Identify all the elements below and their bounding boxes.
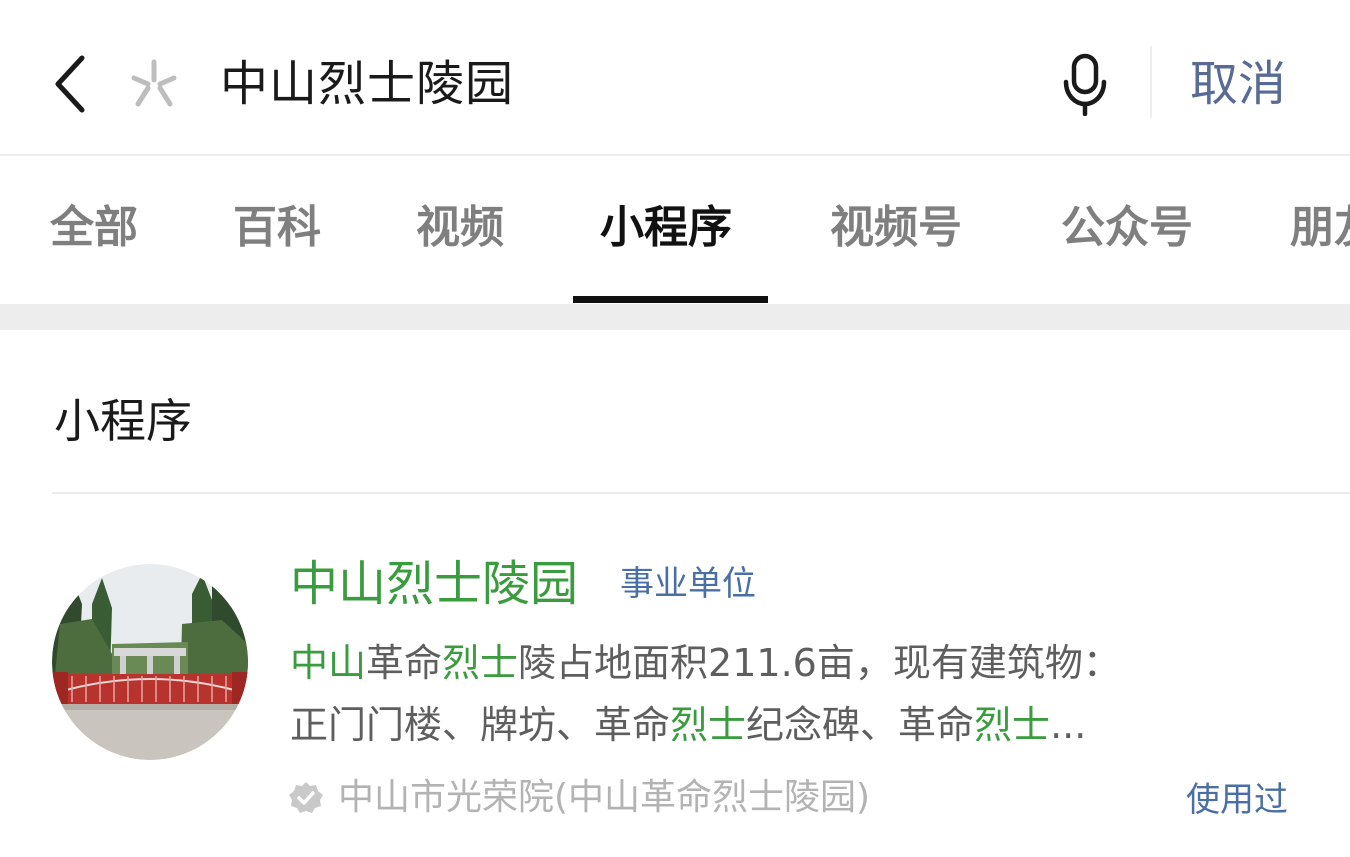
microphone-icon[interactable] xyxy=(1062,52,1108,116)
tab-all[interactable]: 全部 xyxy=(50,198,138,258)
cancel-button[interactable]: 取消 xyxy=(1190,52,1286,116)
desc-segment: ... xyxy=(1050,703,1087,747)
desc-segment: 正门门楼、牌坊、革命 xyxy=(290,703,671,747)
result-category-tag: 事业单位 xyxy=(620,564,756,604)
tab-channels[interactable]: 视频号 xyxy=(830,198,962,258)
desc-segment: 陵占地面积211.6亩，现有建筑物： xyxy=(518,641,1121,685)
tab-friends[interactable]: 朋友 xyxy=(1290,198,1350,258)
desc-segment: 革命 xyxy=(366,641,443,685)
desc-segment: 烈士 xyxy=(974,703,1051,747)
desc-segment: 纪念碑、革命 xyxy=(746,703,975,747)
desc-segment: 中山 xyxy=(290,641,367,685)
desc-segment: 烈士 xyxy=(670,703,747,747)
result-description-line-1: 中山革命烈士陵占地面积211.6亩，现有建筑物： xyxy=(290,632,1270,694)
search-results-page: 中山烈士陵园 取消 全部 百科 视频 小程序 视频号 公众号 朋友 小程序 xyxy=(0,0,1350,857)
result-description-line-2: 正门门楼、牌坊、革命烈士纪念碑、革命烈士... xyxy=(290,694,1270,756)
tab-mini-programs[interactable]: 小程序 xyxy=(600,198,732,258)
tab-official-accounts[interactable]: 公众号 xyxy=(1061,198,1193,258)
tab-encyclopedia[interactable]: 百科 xyxy=(233,198,321,258)
result-title[interactable]: 中山烈士陵园 xyxy=(290,552,578,616)
result-description: 中山革命烈士陵占地面积211.6亩，现有建筑物： 正门门楼、牌坊、革命烈士纪念碑… xyxy=(290,632,1270,756)
search-bar-divider xyxy=(1150,46,1152,118)
result-source: 中山市光荣院(中山革命烈士陵园) xyxy=(338,777,871,818)
search-bar: 中山烈士陵园 取消 xyxy=(0,0,1350,156)
search-input[interactable]: 中山烈士陵园 xyxy=(220,52,514,116)
verified-badge-icon xyxy=(289,782,323,813)
tab-videos[interactable]: 视频 xyxy=(416,198,504,258)
used-before-label: 使用过 xyxy=(1186,780,1288,820)
search-engine-logo-icon xyxy=(131,59,177,107)
memorial-gate-photo xyxy=(52,564,248,760)
chevron-left-icon[interactable] xyxy=(48,52,92,116)
mini-program-result[interactable]: 中山烈士陵园 事业单位 中山革命烈士陵占地面积211.6亩，现有建筑物： 正门门… xyxy=(0,494,1350,857)
section-separator xyxy=(0,304,1350,330)
desc-segment: 烈士 xyxy=(442,641,519,685)
tab-bar: 全部 百科 视频 小程序 视频号 公众号 朋友 xyxy=(0,156,1350,306)
active-tab-indicator xyxy=(573,296,768,303)
section-title: 小程序 xyxy=(54,394,192,448)
